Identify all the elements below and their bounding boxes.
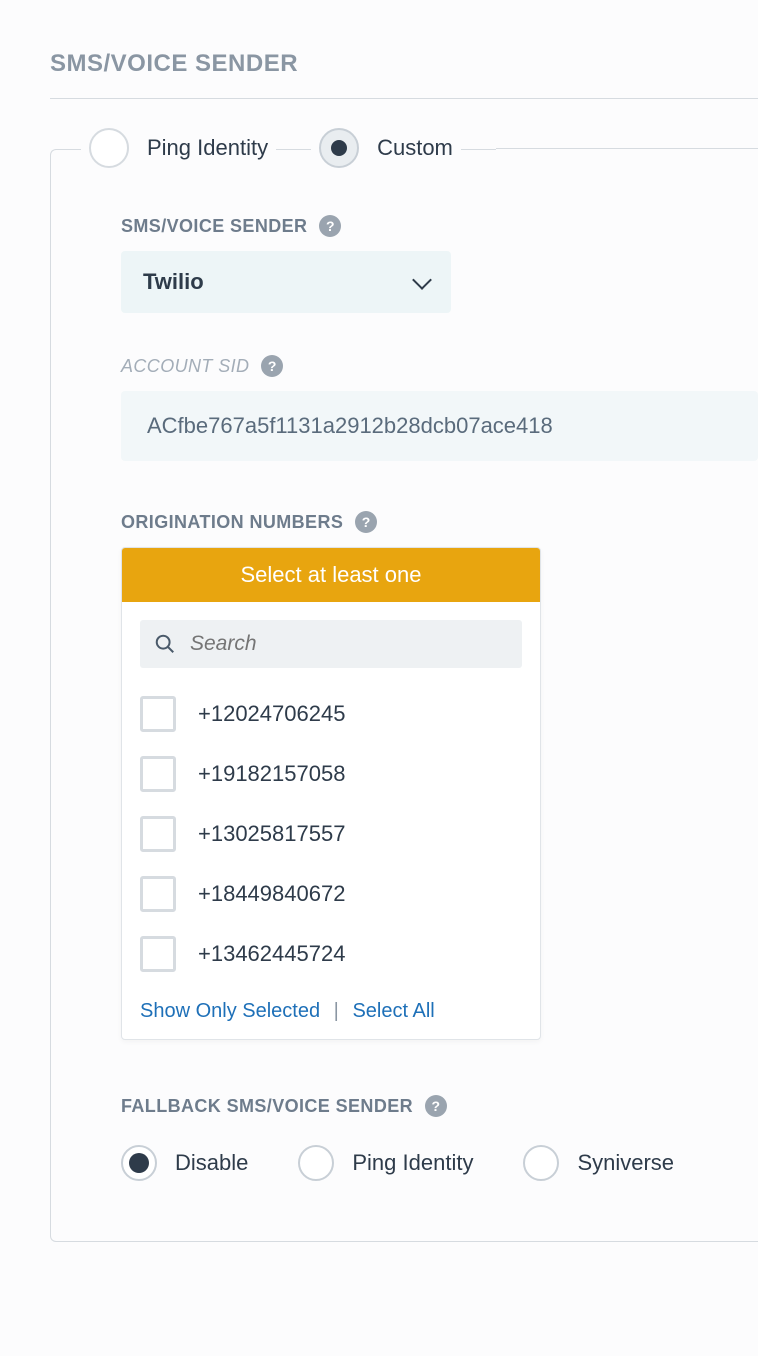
multiselect-search[interactable]	[140, 620, 522, 668]
origination-numbers-multiselect: Select at least one +12024706245 +191821…	[121, 547, 541, 1040]
fallback-option-ping[interactable]: Ping Identity	[298, 1145, 473, 1181]
list-item[interactable]: +19182157058	[140, 744, 522, 804]
sender-select[interactable]: Twilio	[121, 251, 451, 313]
section-divider	[50, 98, 758, 99]
multiselect-footer: Show Only Selected | Select All	[122, 990, 540, 1039]
radio-icon	[523, 1145, 559, 1181]
list-item-label: +13025817557	[198, 821, 345, 847]
list-item-label: +19182157058	[198, 761, 345, 787]
list-item[interactable]: +13025817557	[140, 804, 522, 864]
multiselect-search-input[interactable]	[190, 632, 508, 656]
sender-select-value: Twilio	[143, 269, 204, 295]
search-icon	[154, 633, 176, 655]
help-icon[interactable]: ?	[355, 511, 377, 533]
fallback-radio-group: Disable Ping Identity Syniverse	[121, 1145, 758, 1181]
multiselect-header: Select at least one	[122, 548, 540, 602]
list-item[interactable]: +13462445724	[140, 924, 522, 984]
radio-label: Ping Identity	[147, 135, 268, 161]
select-all-link[interactable]: Select All	[352, 1000, 434, 1022]
radio-icon	[319, 128, 359, 168]
list-item-label: +18449840672	[198, 881, 345, 907]
radio-icon	[89, 128, 129, 168]
radio-icon	[298, 1145, 334, 1181]
chevron-down-icon	[412, 270, 432, 290]
fallback-label: FALLBACK SMS/VOICE SENDER ?	[121, 1095, 447, 1117]
radio-label: Syniverse	[577, 1150, 674, 1176]
radio-icon	[121, 1145, 157, 1181]
list-item-label: +13462445724	[198, 941, 345, 967]
list-item[interactable]: +12024706245	[140, 684, 522, 744]
multiselect-list[interactable]: +12024706245 +19182157058 +13025817557 +…	[122, 680, 540, 990]
help-icon[interactable]: ?	[425, 1095, 447, 1117]
radio-ping-identity[interactable]: Ping Identity	[81, 128, 276, 168]
show-only-selected-link[interactable]: Show Only Selected	[140, 1000, 320, 1022]
fallback-option-syniverse[interactable]: Syniverse	[523, 1145, 674, 1181]
checkbox[interactable]	[140, 936, 176, 972]
radio-custom[interactable]: Custom	[311, 128, 461, 168]
checkbox[interactable]	[140, 816, 176, 852]
sender-fieldset: Ping Identity Custom SMS/VOICE SENDER ? …	[50, 149, 758, 1242]
radio-label: Ping Identity	[352, 1150, 473, 1176]
checkbox[interactable]	[140, 876, 176, 912]
help-icon[interactable]: ?	[261, 355, 283, 377]
origination-numbers-label: ORIGINATION NUMBERS ?	[121, 511, 377, 533]
account-sid-input[interactable]: ACfbe767a5f1131a2912b28dcb07ace418	[121, 391, 758, 461]
sender-mode-tabs: Ping Identity Custom	[81, 128, 758, 168]
radio-label: Disable	[175, 1150, 248, 1176]
fallback-option-disable[interactable]: Disable	[121, 1145, 248, 1181]
account-sid-label: ACCOUNT SID ?	[121, 355, 283, 377]
section-title: SMS/VOICE SENDER	[50, 50, 758, 78]
list-item-label: +12024706245	[198, 701, 345, 727]
help-icon[interactable]: ?	[319, 215, 341, 237]
sender-field-label: SMS/VOICE SENDER ?	[121, 215, 341, 237]
checkbox[interactable]	[140, 756, 176, 792]
radio-label: Custom	[377, 135, 453, 161]
checkbox[interactable]	[140, 696, 176, 732]
list-item[interactable]: +18449840672	[140, 864, 522, 924]
